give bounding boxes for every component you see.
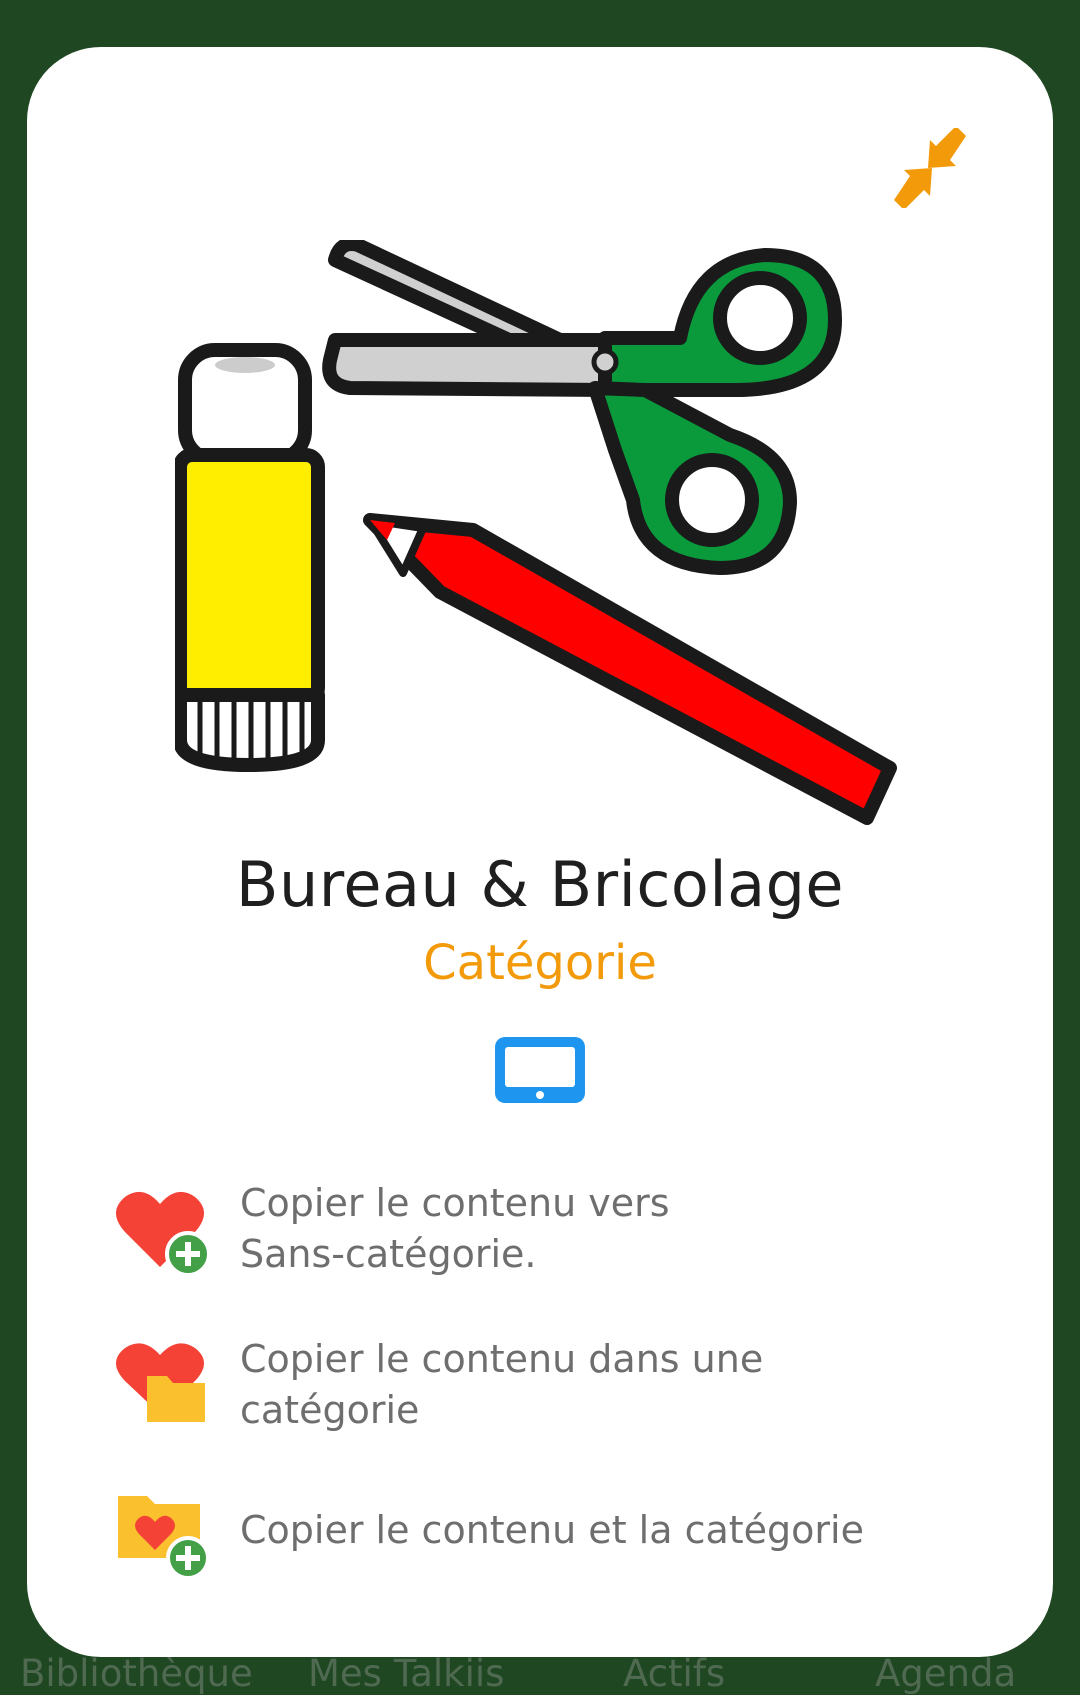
- collapse-button[interactable]: [890, 126, 970, 210]
- action-label-line2: Sans-catégorie.: [240, 1232, 537, 1276]
- nav-item-agenda[interactable]: Agenda: [875, 1652, 1016, 1695]
- nav-item-mes-talkiis[interactable]: Mes Talkiis: [308, 1652, 504, 1695]
- tablet-icon: [495, 1037, 585, 1103]
- action-label: Copier le contenu et la catégorie: [240, 1508, 864, 1552]
- category-illustration: [175, 240, 897, 825]
- collapse-arrows-icon: [894, 126, 966, 210]
- tablet-button[interactable]: [495, 1037, 585, 1103]
- folder-heart-plus-icon: [118, 1496, 210, 1580]
- nav-item-actifs[interactable]: Actifs: [623, 1652, 725, 1695]
- copy-content-and-category-action[interactable]: Copier le contenu et la catégorie: [115, 1490, 955, 1590]
- action-label-line2: catégorie: [240, 1388, 420, 1432]
- pencil-image: [363, 513, 897, 825]
- category-type-label: Catégorie: [423, 935, 657, 991]
- heart-plus-icon: [116, 1191, 211, 1277]
- copy-to-uncategorized-action[interactable]: Copier le contenu vers Sans-catégorie.: [115, 1178, 955, 1288]
- action-label-line1: Copier le contenu vers: [240, 1181, 670, 1225]
- copy-into-category-action[interactable]: Copier le contenu dans une catégorie: [115, 1334, 955, 1444]
- action-label-line1: Copier le contenu dans une: [240, 1337, 764, 1381]
- glue-stick-image: [175, 343, 325, 772]
- category-title: Bureau & Bricolage: [235, 848, 845, 921]
- heart-folder-icon: [116, 1343, 205, 1422]
- nav-item-bibliotheque[interactable]: Bibliothèque: [20, 1652, 253, 1695]
